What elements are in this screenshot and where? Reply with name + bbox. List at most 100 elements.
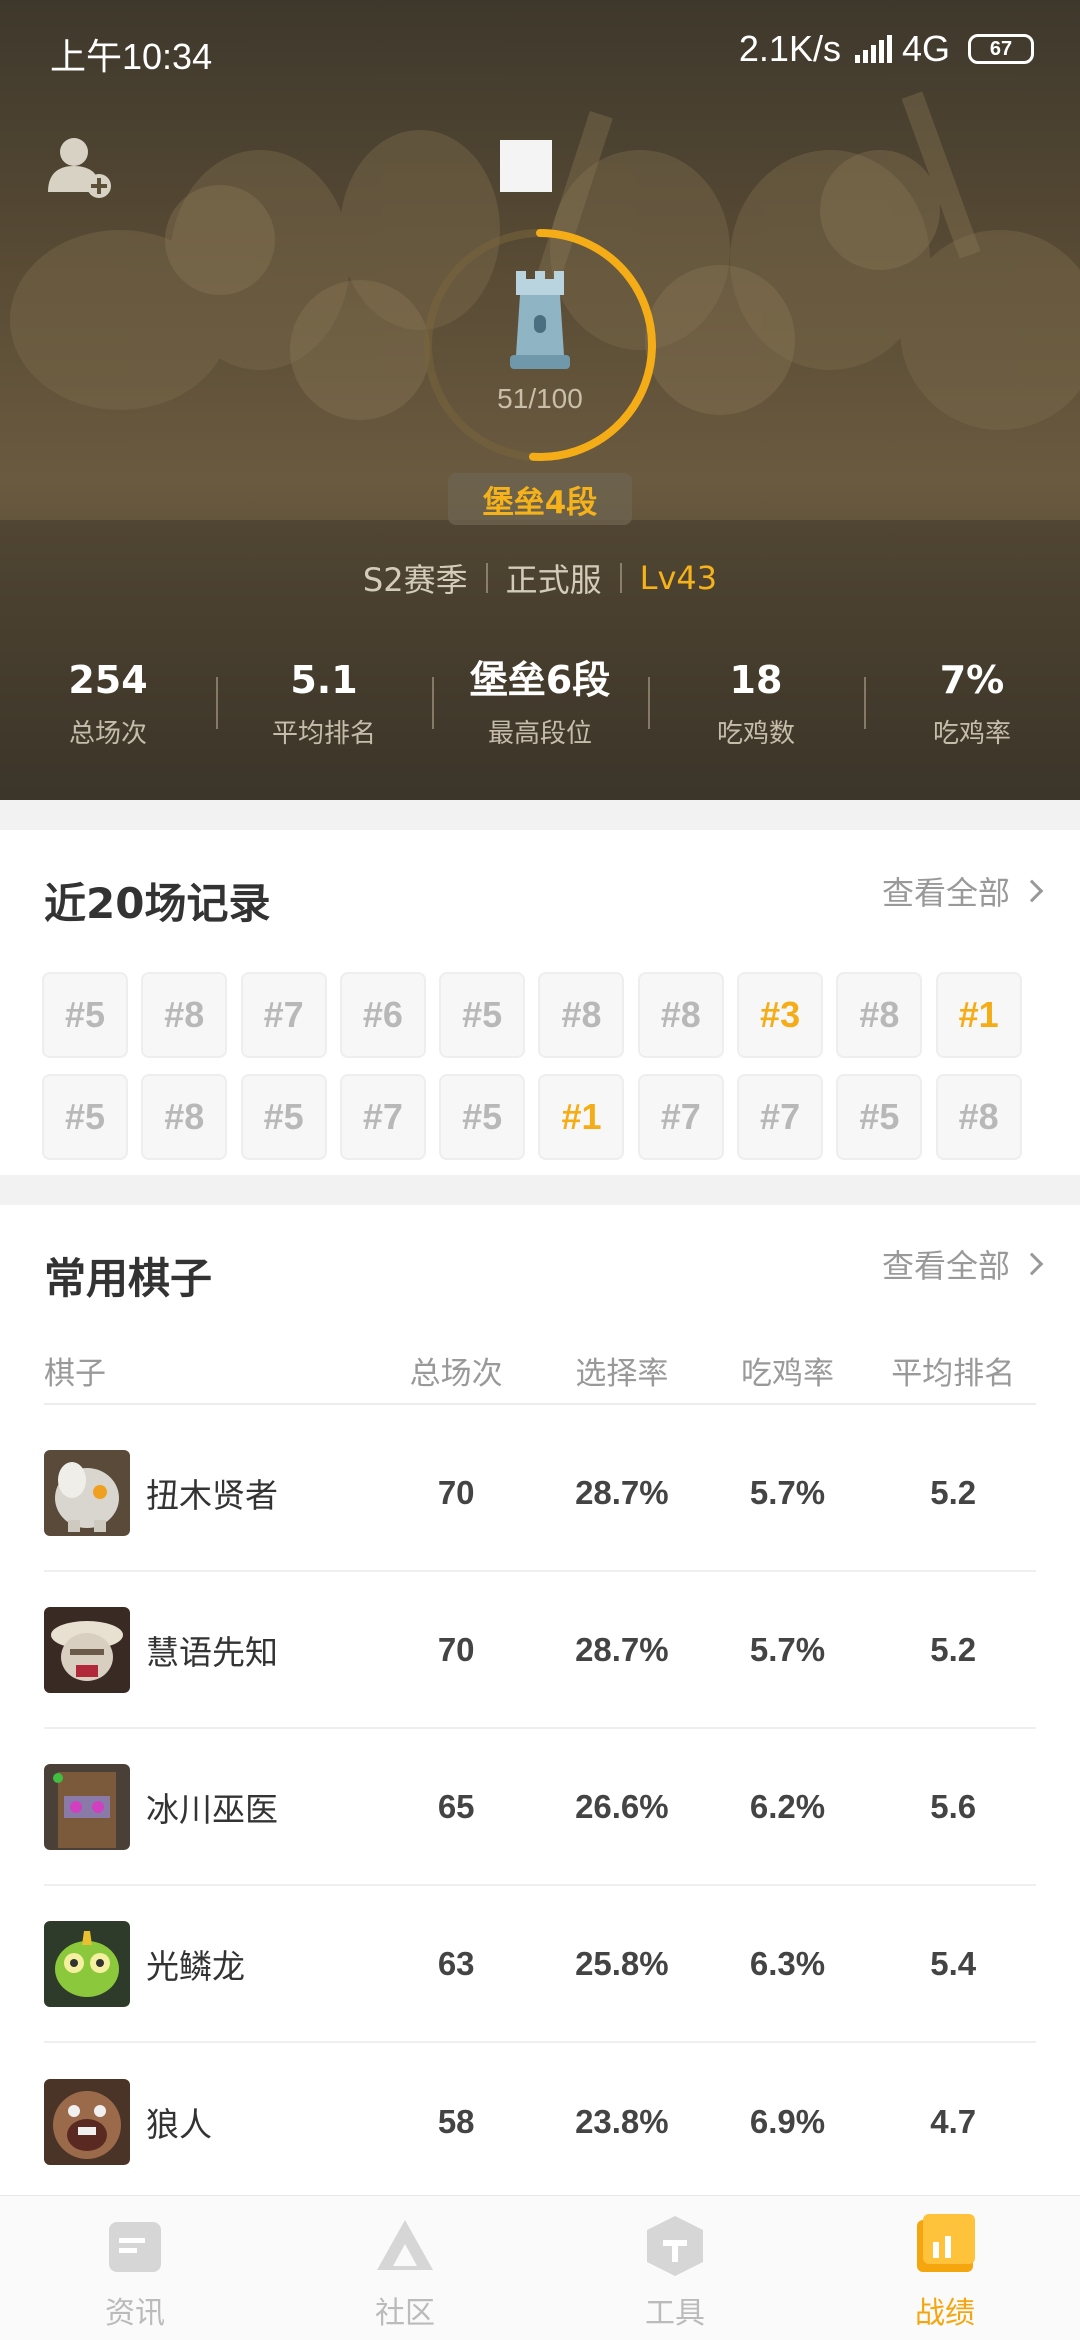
- tab-label: 社区: [375, 2296, 435, 2331]
- bottom-tab-bar: 资讯 社区 工具 战绩: [0, 2195, 1080, 2340]
- recent-rank-cell[interactable]: #8: [935, 1074, 1022, 1160]
- stat-highest-tier: 堡垒6段 最高段位: [432, 655, 648, 755]
- tab-community[interactable]: 社区: [270, 2196, 540, 2340]
- piece-cell: 扭木贤者: [44, 1449, 373, 1536]
- recent-rank-cell[interactable]: #8: [836, 972, 923, 1058]
- level-label: Lv43: [639, 559, 718, 597]
- tab-label: 资讯: [105, 2296, 165, 2331]
- stats-icon: [917, 2214, 975, 2272]
- table-row[interactable]: 慧语先知 70 28.7% 5.7% 5.2: [44, 1572, 1036, 1729]
- recent-rank-cell[interactable]: #8: [538, 972, 625, 1058]
- status-indicators: 2.1K/s 4G 67: [739, 28, 1034, 70]
- piece-avatar-icon: [44, 1920, 130, 2007]
- piece-cell: 光鳞龙: [44, 1920, 373, 2007]
- games-cell: 70: [437, 1473, 475, 1511]
- recent-rank-cell[interactable]: #5: [240, 1074, 327, 1160]
- piece-name: 冰川巫医: [146, 1789, 278, 1829]
- view-all-label: 查看全部: [881, 874, 1010, 912]
- recent-rank-cell[interactable]: #8: [141, 1074, 228, 1160]
- recent-rank-cell[interactable]: #6: [339, 972, 426, 1058]
- recent-rank-cell[interactable]: #7: [737, 1074, 824, 1160]
- section-title: 近20场记录: [44, 879, 271, 928]
- piece-avatar-icon: [44, 1449, 130, 1536]
- header-avg-rank: 平均排名: [891, 1355, 1016, 1392]
- piece-cell: 慧语先知: [44, 1606, 373, 1693]
- chevron-right-icon: [1020, 879, 1044, 903]
- stat-value: 7%: [939, 658, 1005, 702]
- table-row[interactable]: 光鳞龙 63 25.8% 6.3% 5.4: [44, 1886, 1036, 2043]
- status-time: 上午10:34: [50, 36, 213, 77]
- recent-rank-cell[interactable]: #5: [42, 1074, 128, 1160]
- pick-rate-cell: 28.7%: [575, 1473, 669, 1511]
- battery-level: 67: [989, 37, 1013, 60]
- win-rate-cell: 6.3%: [749, 1944, 826, 1982]
- divider: [619, 563, 622, 593]
- recent-rank-cell[interactable]: #7: [240, 972, 327, 1058]
- win-rate-cell: 6.2%: [749, 1787, 826, 1825]
- user-avatar[interactable]: [500, 140, 552, 192]
- stat-label: 平均排名: [271, 719, 376, 749]
- stat-label: 吃鸡数: [716, 719, 795, 749]
- stat-win-rate: 7% 吃鸡率: [864, 655, 1080, 755]
- add-friend-icon[interactable]: [44, 130, 114, 200]
- status-bar: 上午10:34 2.1K/s 4G 67: [0, 0, 1080, 100]
- tab-news[interactable]: 资讯: [0, 2196, 270, 2340]
- tab-tools[interactable]: 工具: [540, 2196, 810, 2340]
- tab-stats[interactable]: 战绩: [810, 2196, 1080, 2340]
- stat-avg-rank: 5.1 平均排名: [216, 655, 432, 755]
- stat-label: 总场次: [68, 719, 147, 749]
- pieces-table: 扭木贤者 70 28.7% 5.7% 5.2 慧语先知 70 28.7% 5.7…: [44, 1415, 1036, 2200]
- games-cell: 65: [437, 1787, 475, 1825]
- divider: [485, 563, 488, 593]
- avg-rank-cell: 5.4: [930, 1944, 977, 1982]
- pick-rate-cell: 23.8%: [575, 2102, 669, 2140]
- avg-rank-cell: 4.7: [930, 2102, 977, 2140]
- table-row[interactable]: 狼人 58 23.8% 6.9% 4.7: [44, 2043, 1036, 2200]
- table-header: 棋子 总场次 选择率 吃鸡率 平均排名: [44, 1345, 1036, 1405]
- games-cell: 63: [437, 1944, 475, 1982]
- piece-avatar-icon: [44, 1606, 130, 1693]
- piece-avatar-icon: [44, 1763, 130, 1850]
- profile-header: 上午10:34 2.1K/s 4G 67 51/100 堡垒4段 S2赛季 正式…: [0, 0, 1080, 800]
- network-speed: 2.1K/s: [738, 28, 841, 69]
- recent-rank-cell[interactable]: #8: [637, 972, 724, 1058]
- avg-rank-cell: 5.2: [930, 1473, 977, 1511]
- recent-rank-cell[interactable]: #5: [42, 972, 128, 1058]
- recent-rank-cell[interactable]: #3: [737, 972, 824, 1058]
- recent-rank-cell[interactable]: #8: [141, 972, 228, 1058]
- piece-name: 扭木贤者: [146, 1475, 278, 1515]
- recent-rank-cell[interactable]: #7: [637, 1074, 724, 1160]
- avg-rank-cell: 5.6: [930, 1787, 977, 1825]
- stat-wins: 18 吃鸡数: [648, 655, 864, 755]
- view-all-pieces-link[interactable]: 查看全部: [881, 1241, 1044, 1287]
- table-row[interactable]: 冰川巫医 65 26.6% 6.2% 5.6: [44, 1729, 1036, 1886]
- pick-rate-cell: 26.6%: [575, 1787, 669, 1825]
- pick-rate-cell: 25.8%: [575, 1944, 669, 1982]
- summary-stats: 254 总场次 5.1 平均排名 堡垒6段 最高段位 18 吃鸡数 7% 吃鸡率: [0, 655, 1080, 755]
- recent-rank-cell[interactable]: #5: [439, 972, 526, 1058]
- recent-rank-cell[interactable]: #7: [339, 1074, 426, 1160]
- header-games: 总场次: [409, 1355, 503, 1392]
- recent-rank-cell[interactable]: #1: [935, 972, 1022, 1058]
- view-all-label: 查看全部: [881, 1247, 1010, 1285]
- signal-icon: [854, 35, 892, 63]
- win-rate-cell: 6.9%: [749, 2102, 826, 2140]
- recent-rank-cell[interactable]: #5: [836, 1074, 923, 1160]
- games-cell: 58: [437, 2102, 475, 2140]
- piece-cell: 狼人: [44, 2078, 373, 2165]
- stat-value: 堡垒6段: [469, 658, 611, 702]
- recent-rank-cell[interactable]: #5: [439, 1074, 526, 1160]
- avg-rank-cell: 5.2: [930, 1630, 977, 1668]
- stat-value: 18: [729, 658, 783, 702]
- table-row[interactable]: 扭木贤者 70 28.7% 5.7% 5.2: [44, 1415, 1036, 1572]
- season-label: S2赛季: [362, 561, 468, 599]
- server-label: 正式服: [505, 561, 602, 599]
- header-pick-rate: 选择率: [575, 1355, 669, 1392]
- tools-icon: [647, 2216, 703, 2276]
- chevron-right-icon: [1020, 1252, 1044, 1276]
- view-all-records-link[interactable]: 查看全部: [881, 868, 1044, 914]
- piece-avatar-icon: [44, 2078, 130, 2165]
- battery-icon: 67: [968, 34, 1034, 64]
- rank-progress-text: 51/100: [497, 383, 583, 414]
- recent-rank-cell[interactable]: #1: [538, 1074, 625, 1160]
